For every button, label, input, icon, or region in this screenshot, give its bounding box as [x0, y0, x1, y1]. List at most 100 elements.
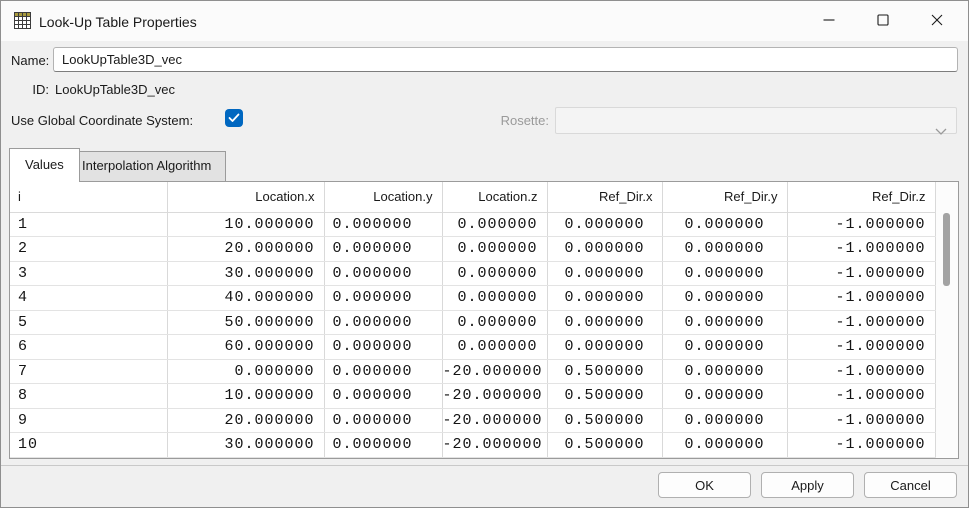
column-header-ref-dir-z[interactable]: Ref_Dir.z [787, 182, 935, 212]
table-cell[interactable]: 0.000000 [662, 286, 787, 311]
table-row: 660.0000000.0000000.0000000.0000000.0000… [10, 335, 935, 360]
column-header-location-x[interactable]: Location.x [167, 182, 324, 212]
table-cell[interactable]: 0.000000 [547, 286, 662, 311]
table-cell[interactable]: 2 [10, 237, 167, 262]
cancel-button[interactable]: Cancel [864, 472, 957, 498]
values-table-pane: iLocation.xLocation.yLocation.zRef_Dir.x… [9, 181, 959, 459]
table-cell[interactable]: -1.000000 [787, 359, 935, 384]
table-cell[interactable]: 0.500000 [547, 359, 662, 384]
table-cell[interactable]: 0.000000 [547, 310, 662, 335]
table-cell[interactable]: 0.000000 [324, 408, 442, 433]
table-cell[interactable]: -20.000000 [442, 384, 547, 409]
table-cell[interactable]: 0.000000 [547, 261, 662, 286]
table-cell[interactable]: 20.000000 [167, 408, 324, 433]
table-cell[interactable]: 0.500000 [547, 408, 662, 433]
table-cell[interactable]: 0.000000 [662, 310, 787, 335]
table-cell[interactable]: 0.000000 [324, 433, 442, 458]
vertical-scrollbar[interactable] [936, 182, 958, 458]
table-cell[interactable]: 0.000000 [442, 286, 547, 311]
table-cell[interactable]: 0.000000 [662, 384, 787, 409]
lookup-table-properties-dialog: Look-Up Table Properties Name: ID: LookU… [0, 0, 969, 508]
table-cell[interactable]: 20.000000 [167, 237, 324, 262]
column-header-ref-dir-y[interactable]: Ref_Dir.y [662, 182, 787, 212]
rosette-label: Rosette: [471, 113, 549, 128]
table-row: 920.0000000.000000-20.0000000.5000000.00… [10, 408, 935, 433]
table-cell[interactable]: 8 [10, 384, 167, 409]
table-cell[interactable]: 0.000000 [662, 359, 787, 384]
table-cell[interactable]: 10 [10, 433, 167, 458]
table-cell[interactable]: 30.000000 [167, 433, 324, 458]
table-cell[interactable]: 3 [10, 261, 167, 286]
table-cell[interactable]: 7 [10, 359, 167, 384]
name-input[interactable] [53, 47, 958, 72]
table-cell[interactable]: -20.000000 [442, 359, 547, 384]
table-cell[interactable]: 0.000000 [662, 408, 787, 433]
tab-values[interactable]: Values [9, 148, 80, 182]
table-cell[interactable]: 0.000000 [324, 261, 442, 286]
window-title: Look-Up Table Properties [39, 14, 197, 30]
id-value: LookUpTable3D_vec [55, 82, 175, 97]
table-cell[interactable]: 0.000000 [324, 359, 442, 384]
table-cell[interactable]: 5 [10, 310, 167, 335]
minimize-button[interactable] [806, 3, 852, 37]
table-cell[interactable]: -1.000000 [787, 286, 935, 311]
table-cell[interactable]: 0.000000 [547, 212, 662, 237]
table-cell[interactable]: 0.000000 [662, 335, 787, 360]
table-cell[interactable]: 30.000000 [167, 261, 324, 286]
table-cell[interactable]: -1.000000 [787, 261, 935, 286]
table-cell[interactable]: 0.000000 [324, 310, 442, 335]
table-cell[interactable]: 0.000000 [662, 237, 787, 262]
apply-button[interactable]: Apply [761, 472, 854, 498]
column-header-location-z[interactable]: Location.z [442, 182, 547, 212]
table-cell[interactable]: 10.000000 [167, 212, 324, 237]
table-cell[interactable]: 0.000000 [324, 335, 442, 360]
table-cell[interactable]: 9 [10, 408, 167, 433]
use-global-coordinate-system-checkbox[interactable] [225, 109, 243, 127]
table-cell[interactable]: 0.000000 [324, 286, 442, 311]
table-cell[interactable]: 0.000000 [324, 237, 442, 262]
table-cell[interactable]: 0.000000 [547, 335, 662, 360]
table-cell[interactable]: 60.000000 [167, 335, 324, 360]
column-header-ref-dir-x[interactable]: Ref_Dir.x [547, 182, 662, 212]
table-cell[interactable]: 0.000000 [324, 384, 442, 409]
table-cell[interactable]: -1.000000 [787, 237, 935, 262]
table-cell[interactable]: 0.000000 [547, 237, 662, 262]
title-bar[interactable]: Look-Up Table Properties [1, 1, 968, 41]
table-row: 440.0000000.0000000.0000000.0000000.0000… [10, 286, 935, 311]
table-cell[interactable]: 1 [10, 212, 167, 237]
table-cell[interactable]: -20.000000 [442, 433, 547, 458]
table-cell[interactable]: -1.000000 [787, 310, 935, 335]
table-cell[interactable]: 0.000000 [442, 237, 547, 262]
column-header-i[interactable]: i [10, 182, 167, 212]
ok-button[interactable]: OK [658, 472, 751, 498]
tab-interpolation-algorithm[interactable]: Interpolation Algorithm [67, 151, 226, 182]
table-cell[interactable]: 0.000000 [324, 212, 442, 237]
table-cell[interactable]: 0.000000 [167, 359, 324, 384]
table-cell[interactable]: -1.000000 [787, 433, 935, 458]
close-button[interactable] [914, 3, 960, 37]
table-cell[interactable]: 0.000000 [662, 433, 787, 458]
table-row: 110.0000000.0000000.0000000.0000000.0000… [10, 212, 935, 237]
table-cell[interactable]: -1.000000 [787, 212, 935, 237]
table-cell[interactable]: 10.000000 [167, 384, 324, 409]
table-cell[interactable]: 40.000000 [167, 286, 324, 311]
table-cell[interactable]: -1.000000 [787, 335, 935, 360]
table-cell[interactable]: 6 [10, 335, 167, 360]
table-cell[interactable]: -1.000000 [787, 384, 935, 409]
table-cell[interactable]: 0.500000 [547, 384, 662, 409]
column-header-location-y[interactable]: Location.y [324, 182, 442, 212]
table-cell[interactable]: 0.500000 [547, 433, 662, 458]
table-cell[interactable]: -1.000000 [787, 408, 935, 433]
table-cell[interactable]: 0.000000 [662, 212, 787, 237]
table-cell[interactable]: 0.000000 [442, 310, 547, 335]
table-cell[interactable]: 4 [10, 286, 167, 311]
scrollbar-thumb[interactable] [943, 213, 950, 286]
table-cell[interactable]: 0.000000 [442, 335, 547, 360]
maximize-button[interactable] [860, 3, 906, 37]
table-cell[interactable]: 50.000000 [167, 310, 324, 335]
table-cell[interactable]: 0.000000 [662, 261, 787, 286]
table-cell[interactable]: -20.000000 [442, 408, 547, 433]
table-cell[interactable]: 0.000000 [442, 261, 547, 286]
table-row: 330.0000000.0000000.0000000.0000000.0000… [10, 261, 935, 286]
table-cell[interactable]: 0.000000 [442, 212, 547, 237]
